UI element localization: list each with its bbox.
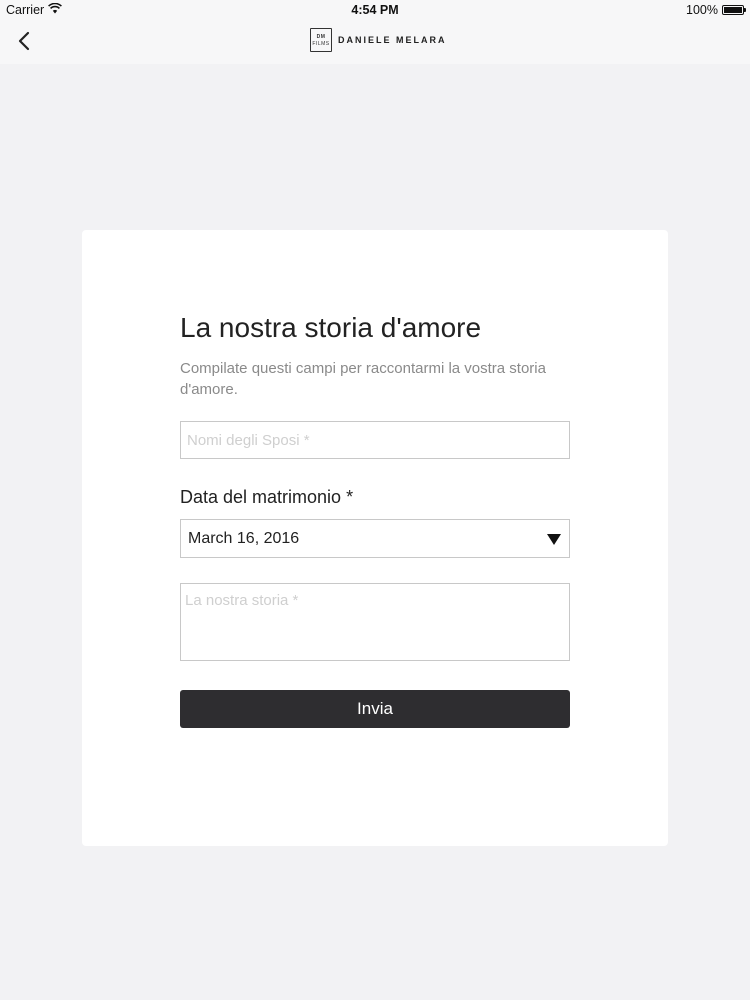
form-title: La nostra storia d'amore [180, 312, 482, 343]
logo-mark-films: FILMS [312, 41, 330, 47]
story-textarea[interactable] [180, 583, 570, 661]
chevron-left-icon [10, 31, 40, 60]
logo-mark-dm: DM [316, 34, 326, 40]
date-value: March 16, 2016 [188, 530, 300, 547]
logo-mark: DM FILMS [310, 28, 332, 52]
status-battery: 100% [686, 3, 746, 17]
status-bar: Carrier 4:54 PM 100% [0, 0, 750, 20]
form-subtitle: Compilate questi campi per raccontarmi l… [180, 360, 546, 398]
date-select[interactable]: March 16, 2016 [180, 519, 570, 558]
nav-bar: DM FILMS DANIELE MELARA [0, 20, 750, 64]
battery-tip [744, 8, 746, 12]
battery-percent: 100% [686, 3, 718, 17]
date-label: Data del matrimonio * [180, 487, 354, 507]
battery-icon [722, 5, 746, 15]
form-card: La nostra storia d'amore Compilate quest… [82, 230, 668, 846]
logo: DM FILMS DANIELE MELARA [310, 28, 447, 52]
back-button[interactable] [10, 26, 40, 56]
logo-text: DANIELE MELARA [338, 35, 447, 45]
battery-fill [724, 7, 742, 13]
submit-button[interactable]: Invia [180, 690, 570, 728]
status-time: 4:54 PM [351, 3, 399, 17]
dropdown-arrow-icon [547, 534, 561, 545]
names-input[interactable] [180, 421, 570, 459]
